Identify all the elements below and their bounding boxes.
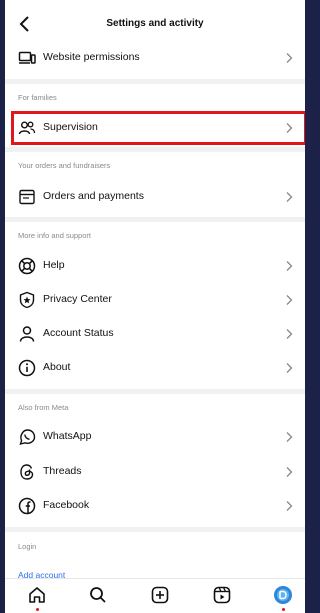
account-status-label: Account Status bbox=[43, 327, 114, 339]
highlight-box bbox=[11, 111, 305, 145]
threads-label: Threads bbox=[43, 465, 82, 477]
website-permissions-label: Website permissions bbox=[43, 51, 140, 63]
chevron-right-icon bbox=[286, 329, 293, 339]
divider bbox=[5, 527, 305, 532]
home-icon[interactable] bbox=[27, 585, 47, 605]
reels-icon[interactable] bbox=[212, 585, 232, 605]
orders-payments-row[interactable]: Orders and payments bbox=[5, 180, 305, 214]
chevron-right-icon bbox=[286, 467, 293, 477]
section-login: Login bbox=[18, 542, 37, 551]
shield-icon bbox=[19, 291, 35, 309]
about-label: About bbox=[43, 361, 71, 373]
facebook-icon bbox=[18, 497, 36, 515]
whatsapp-label: WhatsApp bbox=[43, 430, 92, 442]
profile-avatar-icon[interactable] bbox=[273, 585, 293, 605]
facebook-label: Facebook bbox=[43, 499, 90, 511]
whatsapp-row[interactable]: WhatsApp bbox=[5, 420, 305, 454]
about-row[interactable]: About bbox=[5, 351, 305, 385]
section-meta: Also from Meta bbox=[18, 403, 69, 412]
section-orders: Your orders and fundraisers bbox=[18, 161, 111, 170]
orders-payments-label: Orders and payments bbox=[43, 190, 144, 202]
help-label: Help bbox=[43, 259, 65, 271]
new-post-icon[interactable] bbox=[150, 585, 170, 605]
chevron-right-icon bbox=[286, 501, 293, 511]
chevron-right-icon bbox=[286, 192, 293, 202]
person-icon bbox=[19, 326, 35, 342]
divider bbox=[5, 79, 305, 84]
website-permissions-row[interactable]: Website permissions bbox=[5, 41, 305, 75]
privacy-center-row[interactable]: Privacy Center bbox=[5, 283, 305, 317]
privacy-center-label: Privacy Center bbox=[43, 293, 112, 305]
section-support: More info and support bbox=[18, 231, 91, 240]
lifebuoy-icon bbox=[18, 257, 36, 275]
divider bbox=[5, 147, 305, 152]
search-icon[interactable] bbox=[88, 585, 108, 605]
chevron-right-icon bbox=[286, 363, 293, 373]
devices-icon bbox=[18, 51, 36, 64]
chevron-right-icon bbox=[286, 295, 293, 305]
account-status-row[interactable]: Account Status bbox=[5, 317, 305, 351]
threads-row[interactable]: Threads bbox=[5, 455, 305, 489]
bottom-tab-bar bbox=[5, 578, 305, 613]
notification-dot bbox=[281, 608, 285, 611]
receipt-icon bbox=[19, 189, 35, 205]
notification-dot bbox=[35, 608, 39, 611]
section-for-families: For families bbox=[18, 93, 57, 102]
info-icon bbox=[18, 359, 36, 377]
divider bbox=[5, 217, 305, 222]
settings-screen: Settings and activity Website permission… bbox=[5, 0, 305, 613]
chevron-right-icon bbox=[286, 261, 293, 271]
chevron-right-icon bbox=[286, 432, 293, 442]
whatsapp-icon bbox=[19, 429, 36, 446]
threads-icon bbox=[20, 464, 34, 480]
facebook-row[interactable]: Facebook bbox=[5, 489, 305, 523]
page-title: Settings and activity bbox=[106, 18, 204, 29]
chevron-right-icon bbox=[286, 53, 293, 63]
divider bbox=[5, 389, 305, 394]
help-row[interactable]: Help bbox=[5, 249, 305, 283]
